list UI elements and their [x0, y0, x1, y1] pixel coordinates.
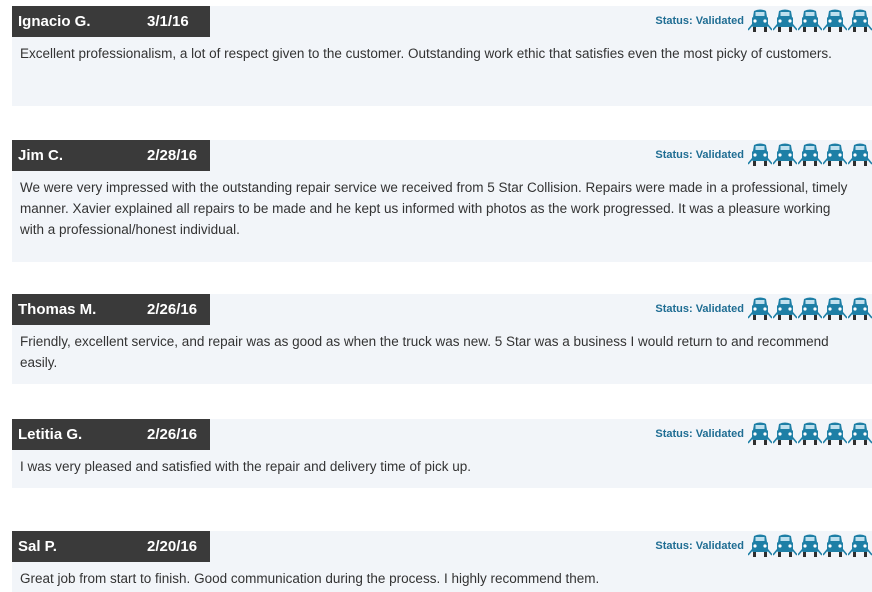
review-header: Ignacio G. 3/1/16 Status: Validated [12, 6, 872, 37]
review-date: 2/26/16 [147, 301, 198, 318]
review-header: Jim C. 2/28/16 Status: Validated [12, 140, 872, 171]
review-card: Letitia G. 2/26/16 Status: Validated I w… [12, 419, 872, 488]
review-date: 2/20/16 [147, 538, 198, 555]
car-icon [773, 143, 797, 166]
car-icon [848, 422, 872, 445]
review-text: I was very pleased and satisfied with th… [20, 459, 471, 474]
car-icon [748, 143, 772, 166]
reviewer-name-tab: Ignacio G. 3/1/16 [12, 6, 210, 37]
car-icon [773, 534, 797, 557]
review-date: 3/1/16 [147, 13, 189, 30]
review-card: Jim C. 2/28/16 Status: Validated We were… [12, 140, 872, 262]
status-text: Status: Validated [655, 15, 744, 27]
review-text: We were very impressed with the outstand… [20, 180, 848, 237]
status-text: Status: Validated [655, 303, 744, 315]
reviewer-name-tab: Thomas M. 2/26/16 [12, 294, 210, 325]
car-icon [773, 9, 797, 32]
car-icon [798, 9, 822, 32]
car-icon [848, 9, 872, 32]
review-header: Thomas M. 2/26/16 Status: Validated [12, 294, 872, 325]
review-text: Excellent professionalism, a lot of resp… [20, 46, 832, 61]
status-text: Status: Validated [655, 428, 744, 440]
car-icon [798, 534, 822, 557]
validation-status: Status: Validated [655, 421, 872, 447]
car-icon [823, 143, 847, 166]
review-header: Letitia G. 2/26/16 Status: Validated [12, 419, 872, 450]
car-icon [748, 422, 772, 445]
car-icon [848, 297, 872, 320]
review-date: 2/28/16 [147, 147, 198, 164]
review-card: Thomas M. 2/26/16 Status: Validated Frie… [12, 294, 872, 384]
status-text: Status: Validated [655, 149, 744, 161]
reviewer-name-tab: Letitia G. 2/26/16 [12, 419, 210, 450]
reviewer-name: Ignacio G. [18, 13, 91, 30]
validation-status: Status: Validated [655, 296, 872, 322]
car-icon [798, 422, 822, 445]
car-icon [823, 422, 847, 445]
car-icon [823, 9, 847, 32]
rating-icons [748, 8, 872, 34]
review-card: Sal P. 2/20/16 Status: Validated Great j… [12, 531, 872, 592]
car-icon [798, 297, 822, 320]
review-text: Friendly, excellent service, and repair … [20, 334, 829, 370]
reviewer-name-tab: Sal P. 2/20/16 [12, 531, 210, 562]
reviewer-name: Jim C. [18, 147, 64, 164]
car-icon [773, 297, 797, 320]
review-header: Sal P. 2/20/16 Status: Validated [12, 531, 872, 562]
car-icon [748, 9, 772, 32]
car-icon [798, 143, 822, 166]
car-icon [823, 534, 847, 557]
reviewer-name: Thomas M. [18, 301, 97, 318]
car-icon [823, 297, 847, 320]
car-icon [773, 422, 797, 445]
car-icon [748, 534, 772, 557]
review-date: 2/26/16 [147, 426, 198, 443]
review-text: Great job from start to finish. Good com… [20, 571, 600, 586]
car-icon [848, 534, 872, 557]
rating-icons [748, 142, 872, 168]
reviewer-name: Sal P. [18, 538, 57, 555]
rating-icons [748, 533, 872, 559]
car-icon [848, 143, 872, 166]
validation-status: Status: Validated [655, 8, 872, 34]
rating-icons [748, 421, 872, 447]
rating-icons [748, 296, 872, 322]
status-text: Status: Validated [655, 540, 744, 552]
reviewer-name-tab: Jim C. 2/28/16 [12, 140, 210, 171]
validation-status: Status: Validated [655, 533, 872, 559]
reviewer-name: Letitia G. [18, 426, 83, 443]
review-card: Ignacio G. 3/1/16 Status: Validated Exce… [12, 6, 872, 106]
car-icon [748, 297, 772, 320]
validation-status: Status: Validated [655, 142, 872, 168]
reviews-list: Ignacio G. 3/1/16 Status: Validated Exce… [0, 0, 872, 592]
